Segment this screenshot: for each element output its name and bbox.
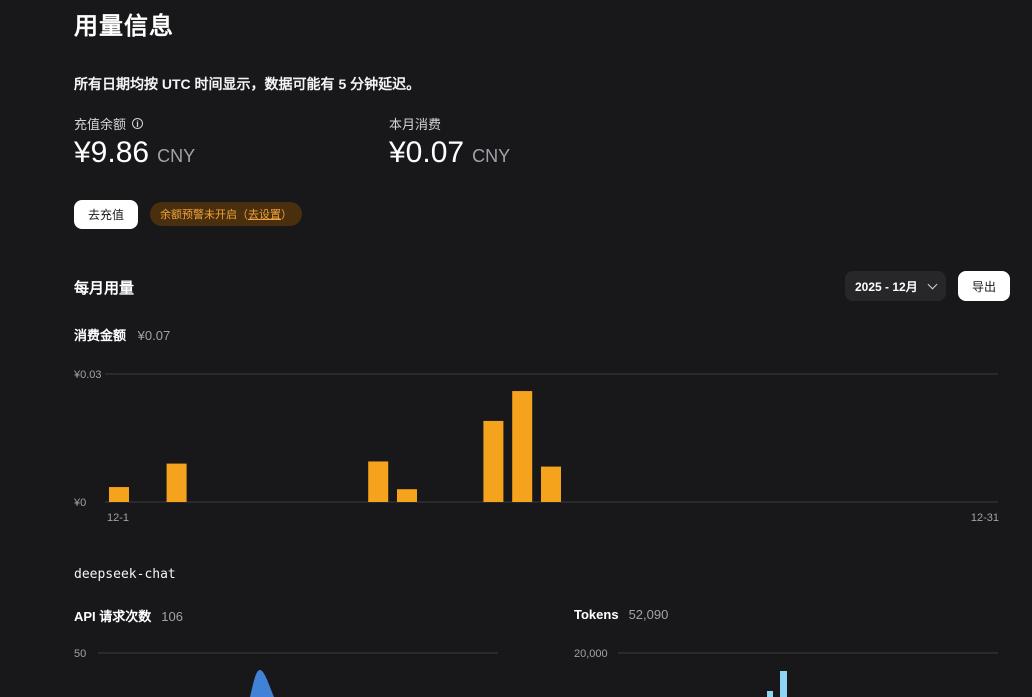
tokens-chart: 20,000 <box>574 648 998 697</box>
timezone-notice: 所有日期均按 UTC 时间显示，数据可能有 5 分钟延迟。 <box>74 76 421 92</box>
cost-bar[interactable] <box>541 466 561 502</box>
cost-row: 消费金额 ¥0.07 <box>74 325 170 344</box>
chevron-down-icon <box>927 279 938 290</box>
api-requests-row: API 请求次数 106 <box>74 606 183 626</box>
month-select-value: 2025 - 12月 <box>855 279 918 294</box>
cost-bar[interactable] <box>166 463 187 502</box>
tokens-value: 52,090 <box>628 607 669 622</box>
api-requests-label: API 请求次数 <box>74 609 152 624</box>
page-title: 用量信息 <box>74 13 174 40</box>
monthly-spend-amount: ¥0.07 <box>389 136 465 169</box>
model-name: deepseek-chat <box>74 567 176 582</box>
balance-value: ¥9.86 CNY <box>74 136 195 170</box>
cost-bar[interactable] <box>397 489 417 502</box>
monthly-spend-value: ¥0.07 CNY <box>389 136 510 170</box>
month-select[interactable]: 2025 - 12月 <box>845 271 946 301</box>
balance-alert-close: ） <box>281 209 292 221</box>
cost-value: ¥0.07 <box>137 328 171 343</box>
monthly-spend-label: 本月消费 <box>389 117 442 132</box>
cost-bar[interactable] <box>512 391 533 502</box>
cost-xtick-end: 12-31 <box>971 512 999 524</box>
cost-ytick-label: ¥0.03 <box>73 369 102 381</box>
monthly-spend-label-row: 本月消费 <box>389 114 441 133</box>
api-requests-ytick: 50 <box>74 648 86 660</box>
info-icon[interactable]: i <box>132 118 144 129</box>
balance-alert-settings-link[interactable]: 去设置 <box>248 206 281 222</box>
cost-bar[interactable] <box>483 420 504 502</box>
balance-amount: ¥9.86 <box>74 136 150 169</box>
monthly-spend-unit: CNY <box>472 146 511 166</box>
api-requests-area <box>250 670 274 697</box>
tokens-label: Tokens <box>574 607 619 622</box>
cost-label: 消费金额 <box>74 328 127 343</box>
balance-unit: CNY <box>157 146 196 166</box>
tokens-bar <box>767 691 773 697</box>
cost-bar[interactable] <box>109 487 129 502</box>
monthly-usage-title: 每月用量 <box>74 280 135 297</box>
tokens-bar <box>780 671 787 697</box>
topup-button[interactable]: 去充值 <box>74 200 138 229</box>
balance-label: 充值余额 <box>74 117 127 132</box>
tokens-ytick: 20,000 <box>574 648 608 660</box>
api-requests-value: 106 <box>161 609 183 624</box>
cost-bar-chart: ¥0.03 ¥0 12-1 12-31 <box>73 369 999 524</box>
api-requests-chart: 50 <box>74 648 498 697</box>
cost-ytick-label: ¥0 <box>73 497 86 509</box>
tokens-row: Tokens 52,090 <box>574 606 668 624</box>
balance-label-row: 充值余额 i <box>74 114 144 133</box>
export-button[interactable]: 导出 <box>958 271 1010 301</box>
cost-bar[interactable] <box>368 461 389 502</box>
balance-alert-text: 余额预警未开启（ <box>160 209 248 221</box>
cost-xtick-start: 12-1 <box>107 512 129 524</box>
balance-alert-badge: 余额预警未开启（ 去设置） <box>150 202 302 226</box>
